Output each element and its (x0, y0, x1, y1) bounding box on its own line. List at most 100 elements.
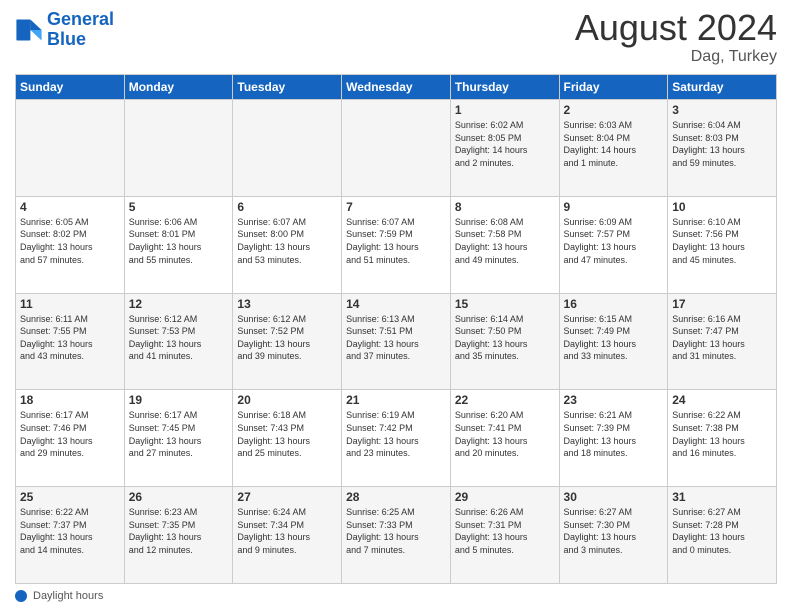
day-number: 31 (672, 490, 772, 504)
day-info: Sunrise: 6:25 AM Sunset: 7:33 PM Dayligh… (346, 506, 446, 556)
day-number: 1 (455, 103, 555, 117)
calendar-cell: 7 Sunrise: 6:07 AM Sunset: 7:59 PM Daylig… (342, 196, 451, 293)
calendar-cell: 8Sunrise: 6:08 AM Sunset: 7:58 PM Daylig… (450, 196, 559, 293)
day-number: 7 (346, 200, 446, 214)
day-number: 28 (346, 490, 446, 504)
day-number: 18 (20, 393, 120, 407)
day-number: 22 (455, 393, 555, 407)
day-number: 19 (129, 393, 229, 407)
calendar-cell: 30 Sunrise: 6:27 AM Sunset: 7:30 PM Dayli… (559, 487, 668, 584)
day-info: Sunrise: 6:12 AM Sunset: 7:53 PM Dayligh… (129, 313, 229, 363)
day-info: Sunrise: 6:16 AM Sunset: 7:47 PM Dayligh… (672, 313, 772, 363)
calendar-cell: 15 Sunrise: 6:14 AM Sunset: 7:50 PM Dayli… (450, 293, 559, 390)
day-number: 2 (564, 103, 664, 117)
day-number: 13 (237, 297, 337, 311)
day-number: 20 (237, 393, 337, 407)
day-info: Sunrise: 6:04 AM Sunset: 8:03 PM Dayligh… (672, 119, 772, 169)
calendar-cell: 9 Sunrise: 6:09 AM Sunset: 7:57 PM Daylig… (559, 196, 668, 293)
calendar-header-thursday: Thursday (450, 75, 559, 100)
logo-line1: General (47, 9, 114, 29)
calendar-cell: 10Sunrise: 6:10 AM Sunset: 7:56 PM Dayli… (668, 196, 777, 293)
day-info: Sunrise: 6:20 AM Sunset: 7:41 PM Dayligh… (455, 409, 555, 459)
calendar-cell (124, 100, 233, 197)
logo-line2: Blue (47, 29, 86, 49)
calendar-cell (16, 100, 125, 197)
day-info: Sunrise: 6:13 AM Sunset: 7:51 PM Dayligh… (346, 313, 446, 363)
day-info: Sunrise: 6:05 AM Sunset: 8:02 PM Dayligh… (20, 216, 120, 266)
day-number: 9 (564, 200, 664, 214)
calendar-cell: 4 Sunrise: 6:05 AM Sunset: 8:02 PM Daylig… (16, 196, 125, 293)
day-number: 21 (346, 393, 446, 407)
footer-label: Daylight hours (33, 590, 103, 602)
calendar-cell (233, 100, 342, 197)
day-number: 30 (564, 490, 664, 504)
calendar-cell: 14Sunrise: 6:13 AM Sunset: 7:51 PM Dayli… (342, 293, 451, 390)
day-info: Sunrise: 6:14 AM Sunset: 7:50 PM Dayligh… (455, 313, 555, 363)
calendar-cell: 13 Sunrise: 6:12 AM Sunset: 7:52 PM Dayli… (233, 293, 342, 390)
day-number: 29 (455, 490, 555, 504)
day-info: Sunrise: 6:18 AM Sunset: 7:43 PM Dayligh… (237, 409, 337, 459)
daylight-dot (15, 590, 27, 602)
calendar-cell: 22 Sunrise: 6:20 AM Sunset: 7:41 PM Dayli… (450, 390, 559, 487)
day-info: Sunrise: 6:15 AM Sunset: 7:49 PM Dayligh… (564, 313, 664, 363)
calendar-cell: 12 Sunrise: 6:12 AM Sunset: 7:53 PM Dayli… (124, 293, 233, 390)
calendar-body: 1 Sunrise: 6:02 AM Sunset: 8:05 PM Daylig… (16, 100, 777, 584)
calendar-cell: 26Sunrise: 6:23 AM Sunset: 7:35 PM Dayli… (124, 487, 233, 584)
day-info: Sunrise: 6:08 AM Sunset: 7:58 PM Dayligh… (455, 216, 555, 266)
day-number: 24 (672, 393, 772, 407)
calendar-cell: 28 Sunrise: 6:25 AM Sunset: 7:33 PM Dayli… (342, 487, 451, 584)
page: General Blue August 2024 Dag, Turkey Sun… (0, 0, 792, 612)
calendar-cell: 24 Sunrise: 6:22 AM Sunset: 7:38 PM Dayli… (668, 390, 777, 487)
day-info: Sunrise: 6:09 AM Sunset: 7:57 PM Dayligh… (564, 216, 664, 266)
day-info: Sunrise: 6:12 AM Sunset: 7:52 PM Dayligh… (237, 313, 337, 363)
calendar-cell: 16Sunrise: 6:15 AM Sunset: 7:49 PM Dayli… (559, 293, 668, 390)
day-info: Sunrise: 6:27 AM Sunset: 7:28 PM Dayligh… (672, 506, 772, 556)
day-info: Sunrise: 6:17 AM Sunset: 7:46 PM Dayligh… (20, 409, 120, 459)
title-block: August 2024 Dag, Turkey (575, 10, 777, 66)
calendar-week-row: 25 Sunrise: 6:22 AM Sunset: 7:37 PM Dayli… (16, 487, 777, 584)
calendar-week-row: 11 Sunrise: 6:11 AM Sunset: 7:55 PM Dayli… (16, 293, 777, 390)
day-info: Sunrise: 6:26 AM Sunset: 7:31 PM Dayligh… (455, 506, 555, 556)
calendar-cell: 31 Sunrise: 6:27 AM Sunset: 7:28 PM Dayli… (668, 487, 777, 584)
day-info: Sunrise: 6:03 AM Sunset: 8:04 PM Dayligh… (564, 119, 664, 169)
calendar-cell: 19Sunrise: 6:17 AM Sunset: 7:45 PM Dayli… (124, 390, 233, 487)
calendar-cell: 27Sunrise: 6:24 AM Sunset: 7:34 PM Dayli… (233, 487, 342, 584)
logo: General Blue (15, 10, 114, 50)
logo-text: General Blue (47, 10, 114, 50)
month-year-title: August 2024 (575, 10, 777, 46)
day-number: 4 (20, 200, 120, 214)
day-info: Sunrise: 6:22 AM Sunset: 7:38 PM Dayligh… (672, 409, 772, 459)
calendar-week-row: 4 Sunrise: 6:05 AM Sunset: 8:02 PM Daylig… (16, 196, 777, 293)
day-number: 11 (20, 297, 120, 311)
day-info: Sunrise: 6:11 AM Sunset: 7:55 PM Dayligh… (20, 313, 120, 363)
calendar-footer: Daylight hours (15, 590, 777, 602)
calendar-cell: 11 Sunrise: 6:11 AM Sunset: 7:55 PM Dayli… (16, 293, 125, 390)
location-subtitle: Dag, Turkey (575, 48, 777, 66)
day-number: 25 (20, 490, 120, 504)
calendar-cell: 6Sunrise: 6:07 AM Sunset: 8:00 PM Daylig… (233, 196, 342, 293)
day-number: 23 (564, 393, 664, 407)
calendar-cell: 3 Sunrise: 6:04 AM Sunset: 8:03 PM Daylig… (668, 100, 777, 197)
calendar-cell: 17Sunrise: 6:16 AM Sunset: 7:47 PM Dayli… (668, 293, 777, 390)
day-info: Sunrise: 6:27 AM Sunset: 7:30 PM Dayligh… (564, 506, 664, 556)
day-info: Sunrise: 6:02 AM Sunset: 8:05 PM Dayligh… (455, 119, 555, 169)
day-number: 15 (455, 297, 555, 311)
calendar-header-wednesday: Wednesday (342, 75, 451, 100)
day-number: 3 (672, 103, 772, 117)
day-info: Sunrise: 6:06 AM Sunset: 8:01 PM Dayligh… (129, 216, 229, 266)
day-number: 12 (129, 297, 229, 311)
calendar-header-friday: Friday (559, 75, 668, 100)
header: General Blue August 2024 Dag, Turkey (15, 10, 777, 66)
calendar-header-tuesday: Tuesday (233, 75, 342, 100)
calendar-cell: 21 Sunrise: 6:19 AM Sunset: 7:42 PM Dayli… (342, 390, 451, 487)
logo-icon (15, 16, 43, 44)
calendar-cell: 23Sunrise: 6:21 AM Sunset: 7:39 PM Dayli… (559, 390, 668, 487)
day-info: Sunrise: 6:07 AM Sunset: 7:59 PM Dayligh… (346, 216, 446, 266)
day-number: 6 (237, 200, 337, 214)
calendar-header-sunday: Sunday (16, 75, 125, 100)
calendar-table: SundayMondayTuesdayWednesdayThursdayFrid… (15, 74, 777, 584)
calendar-cell: 5Sunrise: 6:06 AM Sunset: 8:01 PM Daylig… (124, 196, 233, 293)
calendar-cell: 20 Sunrise: 6:18 AM Sunset: 7:43 PM Dayli… (233, 390, 342, 487)
day-info: Sunrise: 6:22 AM Sunset: 7:37 PM Dayligh… (20, 506, 120, 556)
day-info: Sunrise: 6:19 AM Sunset: 7:42 PM Dayligh… (346, 409, 446, 459)
